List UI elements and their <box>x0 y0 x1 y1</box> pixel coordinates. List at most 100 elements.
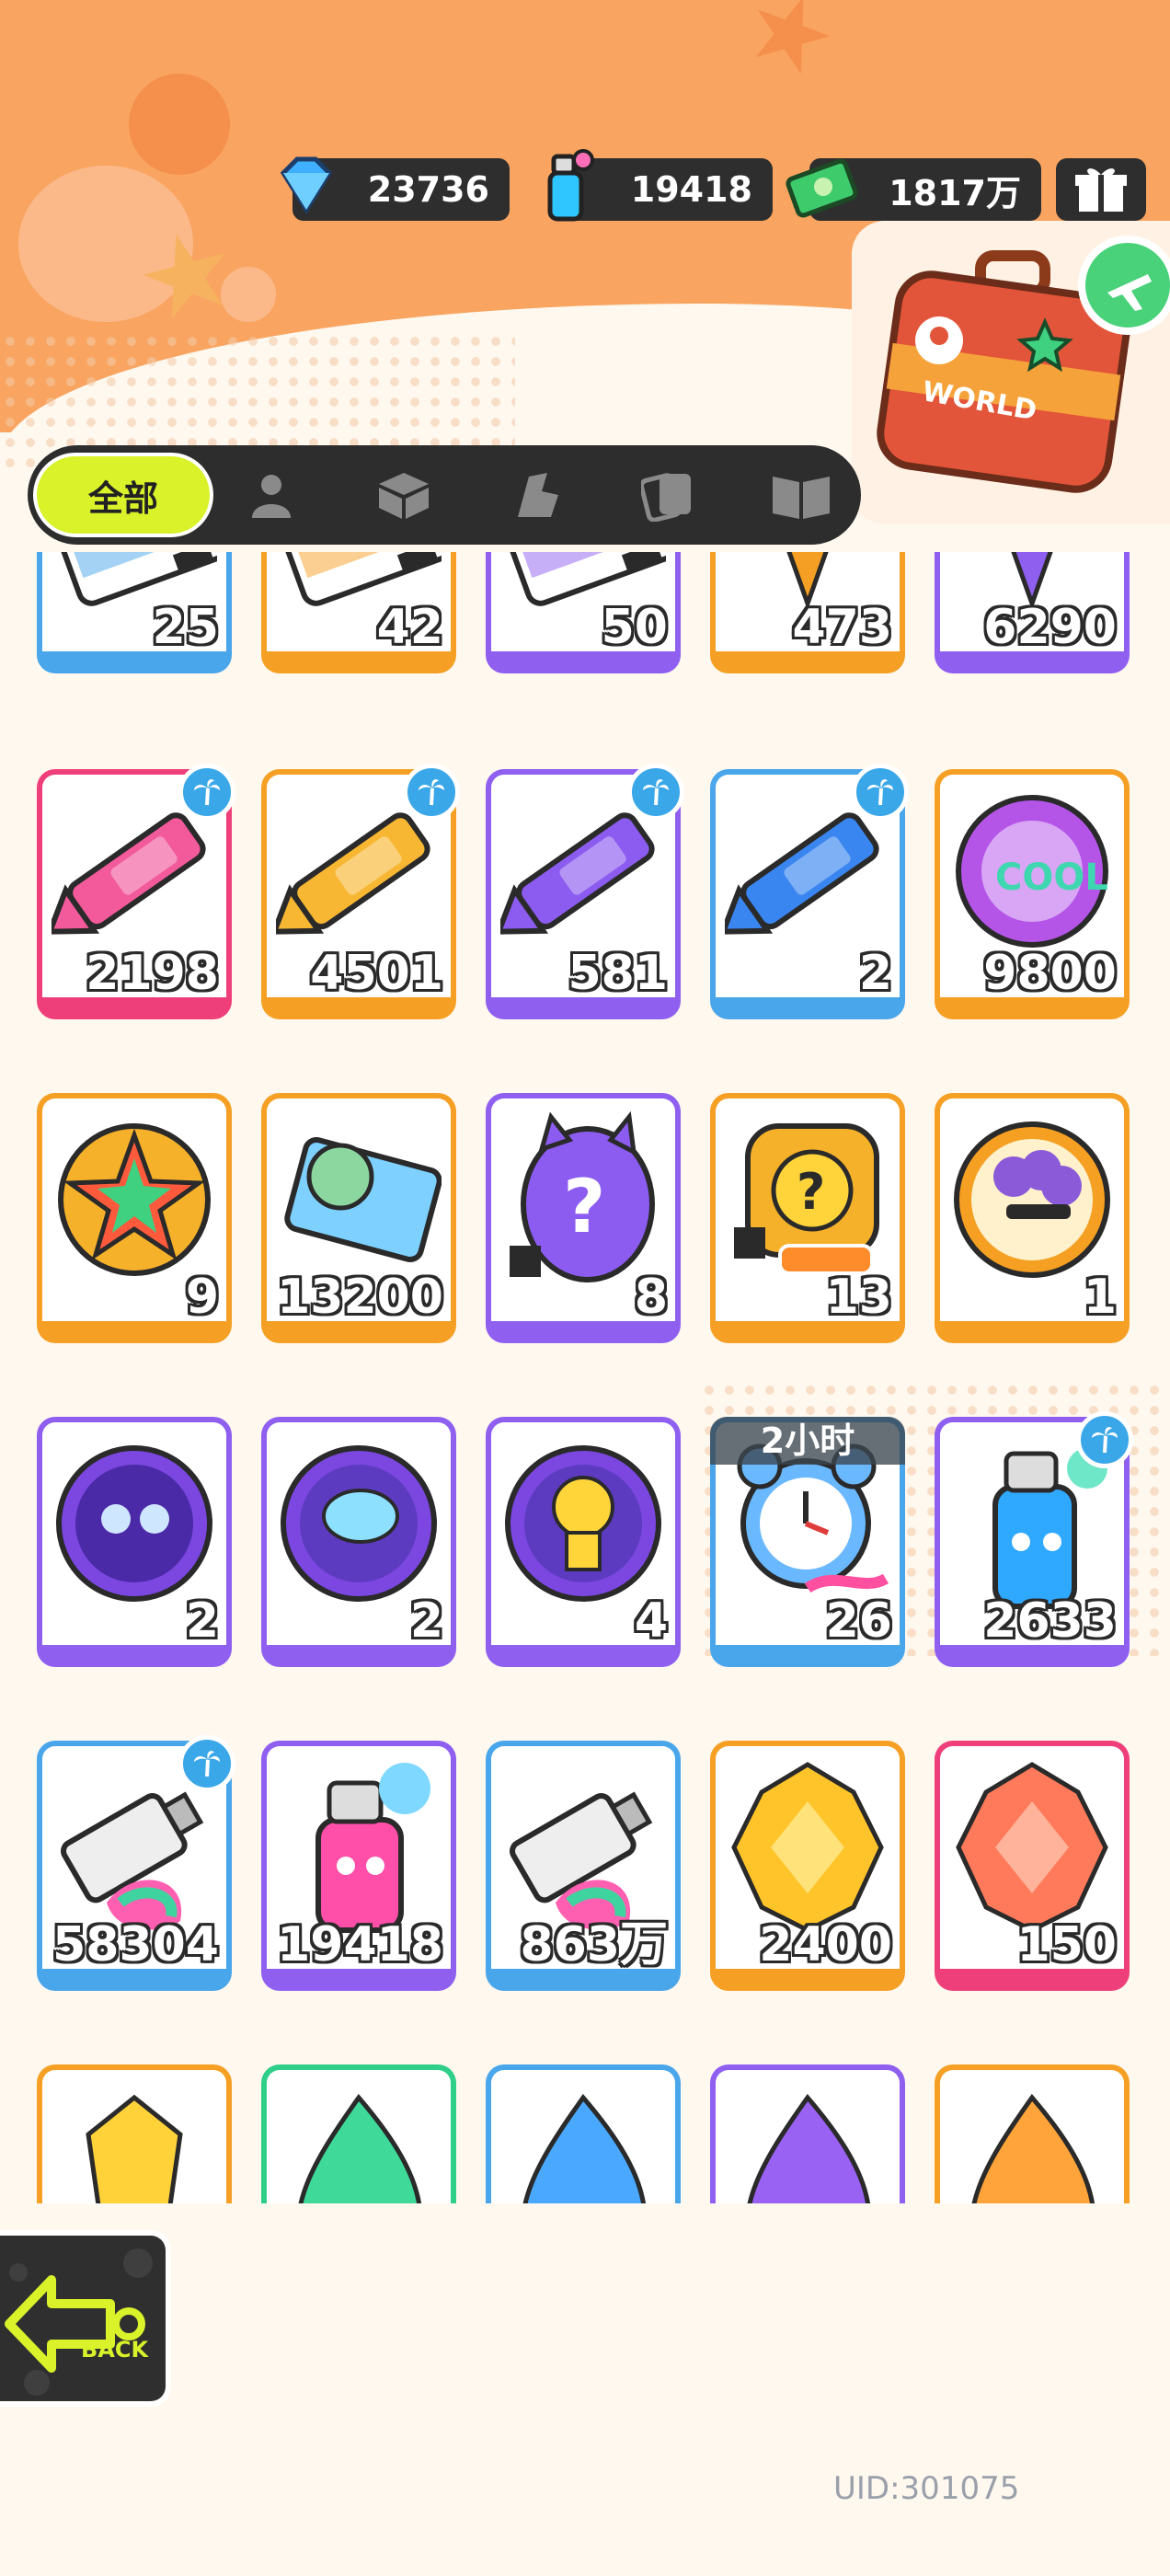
mystery-egg-icon: ? <box>500 1108 666 1292</box>
inventory-item-crayon[interactable]: 2 <box>710 764 909 1019</box>
cash-counter[interactable]: 1817万 <box>786 158 1041 221</box>
tab-all[interactable]: 全部 <box>33 453 213 537</box>
inventory-item-coin-yellow[interactable]: 4 <box>486 1417 681 1667</box>
flame-orange-icon <box>949 2079 1115 2203</box>
palm-tree-icon <box>1076 1411 1133 1468</box>
inventory-item-flame-purple[interactable] <box>710 2064 905 2203</box>
inventory-item-coin-purple[interactable]: 2 <box>37 1417 232 1667</box>
inventory-item-gem-red[interactable]: 150 <box>935 1741 1130 1991</box>
book-icon <box>773 477 830 519</box>
filter-tab-bar: 全部 <box>28 445 861 545</box>
item-quantity: 150 <box>1016 1917 1117 1972</box>
cool-badge-icon: COOL <box>949 784 1115 968</box>
paint-tube-icon <box>500 1755 666 1939</box>
inventory-item-crystal-star[interactable]: 473 <box>710 552 905 673</box>
coin-fish-icon <box>276 1432 442 1616</box>
item-quantity: 19418 <box>277 1917 443 1972</box>
palm-tree-icon <box>178 764 235 821</box>
inventory-item-spray-pink[interactable]: 19418 <box>261 1741 456 1991</box>
coin-yellow-icon <box>500 1432 666 1616</box>
inventory-item-coin-grape[interactable]: 1 <box>935 1093 1130 1343</box>
inventory-item-spray-blue[interactable]: 2633 <box>935 1411 1133 1667</box>
item-quantity: 58304 <box>52 1917 219 1972</box>
inventory-item-alarm[interactable]: 2小时 26 <box>710 1417 905 1667</box>
inventory-item-crystal-yellow[interactable] <box>37 2064 232 2203</box>
coin-grape-icon <box>949 1108 1115 1292</box>
diamond-count: 23736 <box>367 169 489 210</box>
inventory-item-paint-tube[interactable]: 863万 <box>486 1741 681 1991</box>
spray-pink-icon <box>276 1755 442 1939</box>
inventory-item-ticket[interactable]: 50 <box>486 552 681 673</box>
svg-text:?: ? <box>563 1164 605 1249</box>
flame-green-icon <box>276 2079 442 2203</box>
sneaker-icon <box>518 473 558 517</box>
palm-tree-icon <box>403 764 460 821</box>
item-quantity: 13 <box>825 1270 892 1325</box>
suitcase-icon: WORLD <box>877 236 1170 493</box>
tab-book[interactable] <box>751 445 852 545</box>
inventory-item-paint-tube[interactable]: 58304 <box>37 1735 235 1991</box>
item-quantity: 8 <box>634 1270 668 1325</box>
svg-text:COOL: COOL <box>995 857 1108 899</box>
item-quantity: 4 <box>634 1593 668 1649</box>
item-quantity: 2 <box>409 1593 443 1649</box>
spray-counter[interactable]: 19418 <box>547 149 773 222</box>
inventory-item-mystery-egg[interactable]: ? 8 <box>486 1093 681 1343</box>
mystery-dotty-icon: ? <box>725 1108 890 1292</box>
diamond-icon <box>280 156 333 214</box>
inventory-item-flame-green[interactable] <box>261 2064 456 2203</box>
item-quantity: 9800 <box>983 946 1117 1001</box>
item-quantity: 6290 <box>983 600 1117 655</box>
tab-cards[interactable] <box>618 445 719 545</box>
inventory-item-gem-gold[interactable]: 2400 <box>710 1741 905 1991</box>
inventory-item-ticket[interactable]: 25 <box>37 552 232 673</box>
item-quantity: 2 <box>858 946 892 1001</box>
inventory-item-cool-badge[interactable]: COOL 9800 <box>935 769 1130 1019</box>
user-id-label: UID:301075 <box>833 2470 1020 2507</box>
season-card-icon <box>276 1108 442 1292</box>
inventory-item-crayon[interactable]: 4501 <box>261 764 460 1019</box>
inventory-item-flame-blue[interactable] <box>486 2064 681 2203</box>
inventory-item-ticket[interactable]: 42 <box>261 552 456 673</box>
item-quantity: 2400 <box>759 1917 892 1972</box>
inventory-item-season-card[interactable]: 13200 <box>261 1093 456 1343</box>
inventory-item-crystal-star[interactable]: 6290 <box>935 552 1130 673</box>
timer-badge: 2小时 <box>710 1417 905 1465</box>
item-quantity: 1 <box>1083 1270 1117 1325</box>
item-quantity: 2633 <box>983 1593 1117 1649</box>
inventory-item-coin-fish[interactable]: 2 <box>261 1417 456 1667</box>
flame-blue-icon <box>500 2079 666 2203</box>
tab-characters[interactable] <box>221 445 322 545</box>
diamond-counter[interactable]: 23736 <box>280 156 510 221</box>
cash-icon <box>786 158 858 218</box>
flame-purple-icon <box>725 2079 890 2203</box>
item-quantity: 13200 <box>277 1270 443 1325</box>
tab-boxes[interactable] <box>353 445 454 545</box>
palm-tree-icon <box>627 764 684 821</box>
inventory-item-crayon[interactable]: 2198 <box>37 764 235 1019</box>
item-quantity: 26 <box>825 1593 892 1649</box>
cash-count: 1817万 <box>889 172 1021 213</box>
item-quantity: 42 <box>376 600 443 655</box>
spray-count: 19418 <box>630 169 752 210</box>
item-quantity: 50 <box>601 600 668 655</box>
gift-box-icon <box>1075 168 1127 212</box>
back-button[interactable]: BACK <box>0 2230 171 2407</box>
inventory-item-crayon[interactable]: 581 <box>486 764 684 1019</box>
inventory-item-mystery-dotty[interactable]: ? 13 <box>710 1093 905 1343</box>
item-quantity: 25 <box>152 600 219 655</box>
tab-shoes[interactable] <box>486 445 587 545</box>
cards-icon <box>641 473 691 522</box>
inventory-item-flame-orange[interactable] <box>935 2064 1130 2203</box>
inventory-item-star-badge[interactable]: 9 <box>37 1093 232 1343</box>
gift-button[interactable] <box>1056 158 1146 221</box>
item-quantity: 9 <box>185 1270 219 1325</box>
item-quantity: 2 <box>185 1593 219 1649</box>
person-icon <box>252 475 291 518</box>
item-quantity: 581 <box>568 946 668 1001</box>
coin-purple-icon <box>52 1432 217 1616</box>
svg-text:BACK: BACK <box>81 2337 149 2363</box>
crystal-yellow-icon <box>52 2079 217 2203</box>
star-badge-icon <box>52 1108 217 1292</box>
world-button[interactable]: WORLD <box>852 221 1170 524</box>
